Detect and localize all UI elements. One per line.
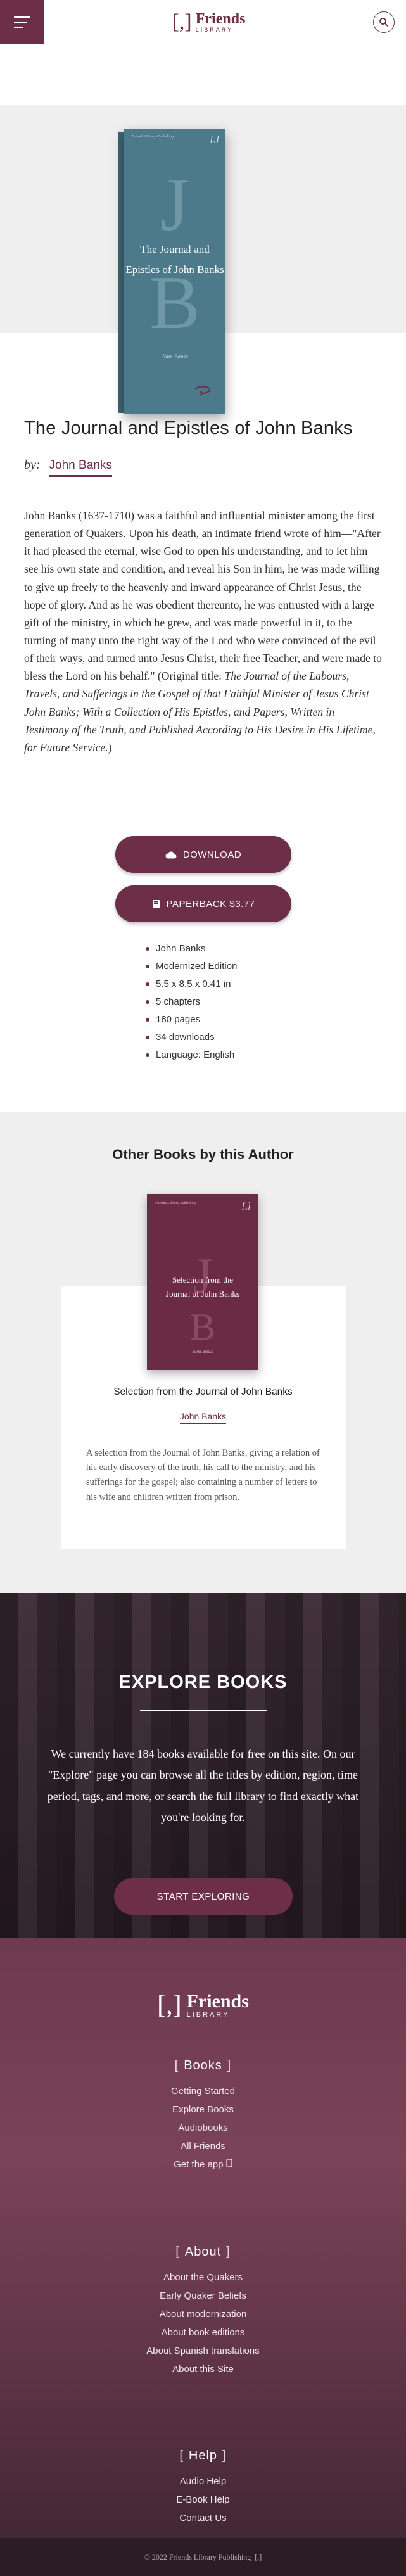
- footer-books: [Books] Getting Started Explore Books Au…: [0, 2059, 406, 2174]
- footer-logo[interactable]: [,] Friends LIBRARY: [157, 1992, 249, 2019]
- menu-icon-bar: [14, 21, 27, 23]
- footer-link[interactable]: Contact Us: [0, 2509, 406, 2527]
- recommended-book-description: A selection from the Journal of John Ban…: [86, 1448, 320, 1502]
- menu-icon-bar: [14, 26, 23, 28]
- cover-series: Friends Library Publishing: [132, 135, 174, 139]
- search-button[interactable]: [372, 11, 395, 33]
- footer-link[interactable]: All Friends: [0, 2137, 406, 2155]
- book-cover: Friends Library Publishing [,] J B The J…: [124, 129, 225, 414]
- footer-about: [About] About the Quakers Early Quaker B…: [0, 2245, 406, 2378]
- divider: [139, 1710, 267, 1711]
- menu-icon-bar: [14, 16, 30, 18]
- cloud-icon: [165, 851, 177, 858]
- meta-item: 34 downloads: [146, 1029, 237, 1046]
- book-meta-list: John Banks Modernized Edition 5.5 x 8.5 …: [146, 940, 237, 1064]
- book-icon: [152, 899, 160, 908]
- footer-link[interactable]: About modernization: [0, 2305, 406, 2323]
- paperback-button[interactable]: PAPERBACK $3.77: [115, 885, 291, 922]
- logo-word: Friends: [195, 10, 246, 27]
- footer-heading-about: About: [184, 2245, 222, 2259]
- footer-link[interactable]: About the Quakers: [0, 2268, 406, 2287]
- explore-text: We currently have 184 books available fo…: [47, 1748, 359, 1824]
- footer-link[interactable]: Getting Started: [0, 2082, 406, 2100]
- copyright-bar: © 2022 Friends Library Publishing [,]: [0, 2538, 406, 2576]
- rotate-book-icon[interactable]: [193, 383, 212, 399]
- meta-item: Modernized Edition: [146, 958, 237, 975]
- site-header: [,] Friends LIBRARY: [0, 0, 406, 44]
- search-icon: [379, 17, 389, 27]
- menu-button[interactable]: [0, 0, 44, 44]
- meta-item: Language: English: [146, 1046, 237, 1064]
- book-title: The Journal and Epistles of John Banks: [24, 418, 353, 438]
- recommended-book-cover[interactable]: Friends Library Publishing [,] J B Selec…: [147, 1194, 258, 1370]
- book-actions: DOWNLOAD PAPERBACK $3.77: [115, 836, 291, 935]
- footer-link[interactable]: Audio Help: [0, 2472, 406, 2490]
- logo-mark: [,]: [172, 10, 192, 34]
- footer-link[interactable]: Audiobooks: [0, 2119, 406, 2137]
- meta-item: 5 chapters: [146, 993, 237, 1011]
- cover-title: The Journal and Epistles of John Banks: [125, 243, 224, 276]
- cover-author: John Banks: [162, 353, 188, 360]
- recommended-book-title[interactable]: Selection from the Journal of John Banks: [0, 1386, 406, 1398]
- footer-link[interactable]: Early Quaker Beliefs: [0, 2287, 406, 2305]
- phone-icon: [226, 2159, 232, 2167]
- explore-section: EXPLORE BOOKS We currently have 184 book…: [0, 1593, 406, 1938]
- footer-link[interactable]: About book editions: [0, 2323, 406, 2342]
- book-hero: Friends Library Publishing [,] J B The J…: [0, 44, 406, 414]
- footer-link[interactable]: About this Site: [0, 2360, 406, 2378]
- cover-logo: [,]: [210, 135, 219, 144]
- book-description: John Banks (1637-1710) was a faithful an…: [24, 509, 382, 754]
- cover-monogram-j: J: [160, 162, 190, 246]
- copyright-logo-mark: [,]: [255, 2552, 262, 2561]
- site-logo[interactable]: [,] Friends LIBRARY: [172, 11, 246, 33]
- footer-link[interactable]: About Spanish translations: [0, 2342, 406, 2360]
- footer-help: [Help] Audio Help E-Book Help Contact Us: [0, 2449, 406, 2527]
- by-label: by:: [24, 458, 41, 472]
- footer-link[interactable]: Explore Books: [0, 2100, 406, 2119]
- download-button[interactable]: DOWNLOAD: [115, 836, 291, 873]
- start-exploring-button[interactable]: START EXPLORING: [114, 1878, 293, 1915]
- recommended-book-author-link[interactable]: John Banks: [179, 1411, 227, 1424]
- meta-item: John Banks: [146, 940, 237, 958]
- meta-item: 180 pages: [146, 1011, 237, 1029]
- meta-item: 5.5 x 8.5 x 0.41 in: [146, 975, 237, 993]
- footer-link[interactable]: E-Book Help: [0, 2490, 406, 2509]
- footer-link-app[interactable]: Get the app: [0, 2155, 406, 2174]
- logo-sub: LIBRARY: [195, 26, 234, 33]
- footer-heading-help: Help: [188, 2449, 218, 2463]
- author-link[interactable]: John Banks: [49, 459, 112, 477]
- explore-title: EXPLORE BOOKS: [118, 1672, 288, 1692]
- section-heading: Other Books by this Author: [112, 1146, 294, 1162]
- copyright-text: © 2022 Friends Library Publishing: [144, 2552, 251, 2561]
- footer-heading-books: Books: [184, 2059, 222, 2072]
- book-title-block: The Journal and Epistles of John Banks b…: [0, 418, 406, 477]
- site-footer: [,] Friends LIBRARY [Books] Getting Star…: [0, 1938, 406, 2576]
